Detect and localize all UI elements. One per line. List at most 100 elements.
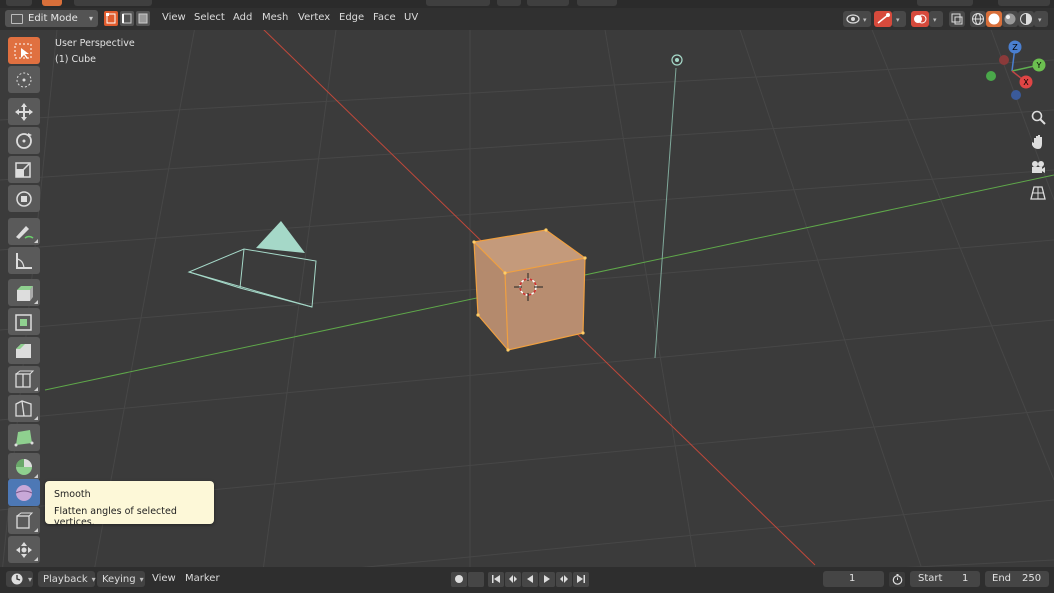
tool-knife[interactable] bbox=[8, 395, 40, 422]
menu-uv[interactable]: UV bbox=[404, 12, 418, 23]
menu-edge[interactable]: Edge bbox=[339, 12, 364, 23]
toggle-partial[interactable] bbox=[42, 0, 62, 6]
keying-label: Keying bbox=[102, 573, 136, 585]
timeline-marker-menu[interactable]: Marker bbox=[185, 573, 220, 584]
menu-face[interactable]: Face bbox=[373, 12, 396, 23]
menu-view[interactable]: View bbox=[162, 12, 186, 23]
preview-range-button[interactable] bbox=[889, 572, 905, 587]
submenu-indicator bbox=[34, 474, 38, 478]
scale-icon bbox=[15, 162, 31, 178]
play-reverse-button[interactable] bbox=[522, 572, 538, 587]
gizmo-x-label: X bbox=[1023, 78, 1029, 87]
smooth-sphere-icon bbox=[15, 485, 33, 501]
keying-set-button[interactable] bbox=[468, 572, 484, 587]
menu-vertex[interactable]: Vertex bbox=[298, 12, 330, 23]
start-frame-field[interactable]: Start 1 bbox=[910, 571, 980, 587]
playback-label: Playback bbox=[43, 573, 88, 585]
move-icon bbox=[15, 103, 33, 121]
tool-spin[interactable] bbox=[8, 453, 40, 480]
menu-select[interactable]: Select bbox=[194, 12, 225, 23]
jump-end-button[interactable] bbox=[573, 572, 589, 587]
tool-shrink-fatten[interactable] bbox=[8, 507, 40, 534]
vertex-select-button[interactable] bbox=[104, 11, 118, 26]
timeline-editor-type[interactable]: ▾ bbox=[6, 571, 33, 587]
bevel-icon bbox=[16, 344, 31, 358]
play-reverse-icon bbox=[527, 575, 533, 583]
visibility-dropdown[interactable]: ▾ bbox=[843, 11, 871, 27]
tool-edge-slide[interactable] bbox=[8, 536, 40, 563]
jump-start-button[interactable] bbox=[488, 572, 504, 587]
options-partial[interactable] bbox=[998, 0, 1050, 6]
solid-shading-button[interactable] bbox=[986, 11, 1002, 27]
timeline-header: ▾ Playback ▾ Keying ▾ View Marker 1 Star… bbox=[0, 567, 1054, 593]
tool-extrude-region[interactable] bbox=[8, 279, 40, 306]
tool-poly-build[interactable] bbox=[8, 424, 40, 451]
play-button[interactable] bbox=[539, 572, 555, 587]
prev-keyframe-icon bbox=[509, 575, 517, 583]
end-frame-field[interactable]: End 250 bbox=[985, 571, 1049, 587]
camera-view-button[interactable] bbox=[1027, 156, 1049, 178]
proportional-partial[interactable] bbox=[577, 0, 617, 6]
keying-menu[interactable]: Keying ▾ bbox=[97, 571, 145, 587]
tool-select-box[interactable] bbox=[8, 37, 40, 64]
tool-scale[interactable] bbox=[8, 156, 40, 183]
chevron-down-icon: ▾ bbox=[933, 16, 937, 24]
end-value: 250 bbox=[1022, 573, 1042, 584]
magnifier-icon bbox=[1031, 110, 1046, 125]
menu-mesh[interactable]: Mesh bbox=[262, 12, 288, 23]
current-frame-field[interactable]: 1 bbox=[823, 571, 884, 587]
tool-loop-cut[interactable] bbox=[8, 366, 40, 393]
tool-transform[interactable] bbox=[8, 185, 40, 212]
tool-inset-faces[interactable] bbox=[8, 308, 40, 335]
auto-keying-button[interactable] bbox=[451, 572, 467, 587]
select-box-icon bbox=[14, 43, 32, 59]
record-icon bbox=[455, 575, 463, 583]
gizmo-neg-z[interactable] bbox=[1011, 90, 1021, 100]
menu-add[interactable]: Add bbox=[233, 12, 252, 23]
navigation-gizmo[interactable]: Z Y X bbox=[980, 36, 1050, 108]
mode-dropdown[interactable]: Edit Mode ▾ bbox=[5, 10, 98, 27]
overlays-toggle-button[interactable] bbox=[911, 11, 929, 27]
playback-menu[interactable]: Playback ▾ bbox=[38, 571, 96, 587]
timeline-view-menu[interactable]: View bbox=[152, 573, 176, 584]
gizmo-dropdown[interactable]: ▾ bbox=[892, 11, 906, 27]
tool-bevel[interactable] bbox=[8, 337, 40, 364]
overlays-dropdown[interactable]: ▾ bbox=[929, 11, 943, 27]
options-partial-left[interactable] bbox=[917, 0, 973, 6]
hand-icon bbox=[1032, 135, 1042, 149]
gizmo-toggle-button[interactable] bbox=[874, 11, 892, 27]
rotate-icon bbox=[16, 133, 32, 149]
edge-select-button[interactable] bbox=[120, 11, 134, 26]
tool-rotate[interactable] bbox=[8, 127, 40, 154]
end-label: End bbox=[992, 573, 1012, 584]
shading-dropdown[interactable]: ▾ bbox=[1034, 11, 1048, 27]
tool-smooth[interactable] bbox=[8, 479, 40, 506]
transform-icon bbox=[16, 191, 32, 207]
rendered-shading-button[interactable] bbox=[1018, 11, 1034, 27]
clock-icon bbox=[11, 573, 23, 585]
tool-cursor[interactable] bbox=[8, 66, 40, 93]
wireframe-shading-button[interactable] bbox=[970, 11, 986, 27]
chevron-down-icon: ▾ bbox=[139, 574, 144, 584]
tool-annotate[interactable] bbox=[8, 218, 40, 245]
editor-type-partial[interactable] bbox=[6, 0, 32, 6]
pivot-partial[interactable] bbox=[497, 0, 521, 6]
ortho-toggle-button[interactable] bbox=[1027, 182, 1049, 204]
tool-move[interactable] bbox=[8, 98, 40, 125]
next-keyframe-button[interactable] bbox=[556, 572, 572, 587]
prev-keyframe-button[interactable] bbox=[505, 572, 521, 587]
next-keyframe-icon bbox=[560, 575, 568, 583]
select-modes-partial[interactable] bbox=[74, 0, 152, 6]
xray-toggle-button[interactable] bbox=[949, 11, 965, 27]
orientation-partial[interactable] bbox=[426, 0, 490, 6]
zoom-view-button[interactable] bbox=[1027, 106, 1049, 128]
gizmo-neg-x[interactable] bbox=[999, 55, 1009, 65]
gizmo-neg-y[interactable] bbox=[986, 71, 996, 81]
tool-measure[interactable] bbox=[8, 247, 40, 274]
face-select-button[interactable] bbox=[136, 11, 150, 26]
jump-end-icon bbox=[577, 575, 585, 583]
rendered-sphere-icon bbox=[1020, 13, 1032, 25]
pan-view-button[interactable] bbox=[1027, 131, 1049, 153]
snap-partial[interactable] bbox=[527, 0, 569, 6]
material-shading-button[interactable] bbox=[1002, 11, 1018, 27]
